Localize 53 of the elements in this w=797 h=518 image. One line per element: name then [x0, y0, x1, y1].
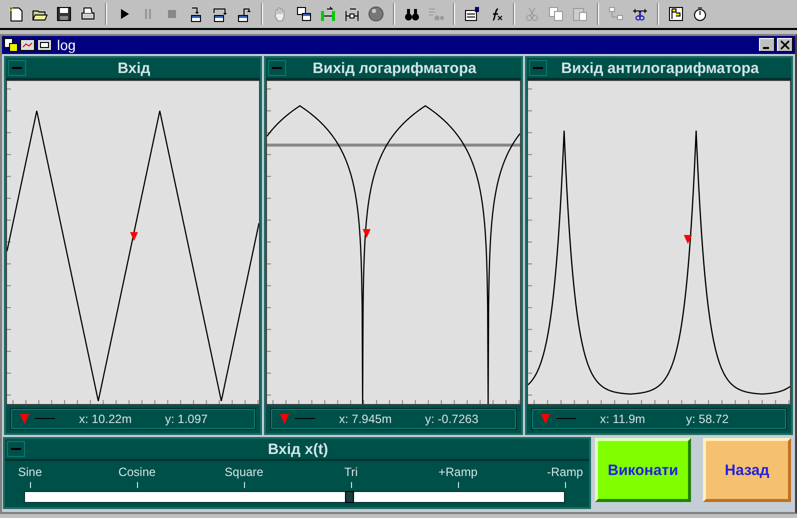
- slider-label: Sine: [18, 465, 42, 479]
- cursor-x-value: x: 11.9m: [600, 412, 646, 426]
- step-over-icon[interactable]: [212, 6, 228, 22]
- slider-thumb[interactable]: [345, 491, 354, 503]
- line-style-icon: [295, 418, 315, 420]
- stopwatch-icon[interactable]: [692, 6, 708, 22]
- graph-window-icon[interactable]: [20, 38, 35, 52]
- run-button[interactable]: Виконати: [595, 438, 691, 502]
- save-icon[interactable]: [56, 6, 72, 22]
- graph-title: Вхід: [116, 60, 152, 76]
- properties-icon[interactable]: [464, 6, 480, 22]
- cursor-y-value: y: 58.72: [686, 412, 729, 426]
- paste-icon[interactable]: [572, 6, 588, 22]
- copy-icon[interactable]: [548, 6, 564, 22]
- minimize-button[interactable]: [759, 38, 775, 52]
- cursor-marker-icon[interactable]: [130, 232, 138, 241]
- waveform-slider[interactable]: [24, 491, 565, 503]
- scissors-probe-icon[interactable]: [632, 6, 648, 22]
- step-out-icon[interactable]: [236, 6, 252, 22]
- cursor-marker-icon[interactable]: [684, 235, 692, 244]
- cursor-marker-icon: [280, 414, 289, 424]
- cursor-marker-icon: [541, 414, 550, 424]
- cursor-x-value: x: 10.22m: [79, 412, 133, 426]
- cursor-y-value: y: -0.7263: [425, 412, 478, 426]
- slider-label: Cosine: [118, 465, 156, 479]
- back-button[interactable]: Назад: [703, 438, 791, 502]
- document-icon[interactable]: [4, 38, 18, 52]
- print-icon[interactable]: [80, 6, 96, 22]
- slider-label: Tri: [344, 465, 358, 479]
- slider-label: -Ramp: [547, 465, 584, 479]
- graph-title: Вихід логарифматора: [312, 60, 478, 76]
- sphere-icon[interactable]: [368, 6, 384, 22]
- windows-icon[interactable]: [296, 6, 312, 22]
- cursor-x-value: x: 7.945m: [339, 412, 393, 426]
- probe-icon[interactable]: [320, 6, 336, 22]
- cursor-marker-icon[interactable]: [362, 229, 371, 238]
- slider-label: +Ramp: [438, 465, 478, 479]
- binoculars-icon[interactable]: [404, 6, 420, 22]
- panel-window-icon[interactable]: [37, 38, 52, 52]
- close-button[interactable]: [777, 38, 793, 52]
- line-style-icon: [35, 418, 55, 420]
- step-into-icon[interactable]: [188, 6, 204, 22]
- cursor-marker-icon: [20, 414, 29, 424]
- tree-icon[interactable]: [608, 6, 624, 22]
- window-title: log: [57, 37, 77, 53]
- graph-title: Вихід антилогарифматора: [560, 60, 760, 76]
- flag-chart-icon[interactable]: [668, 6, 684, 22]
- slider-label: Square: [224, 465, 264, 479]
- panel-title: Вхід x(t): [266, 440, 330, 458]
- line-style-icon: [556, 418, 576, 420]
- cursor-y-value: y: 1.097: [165, 412, 208, 426]
- new-file-icon[interactable]: [8, 6, 24, 22]
- probe-icon[interactable]: [344, 6, 360, 22]
